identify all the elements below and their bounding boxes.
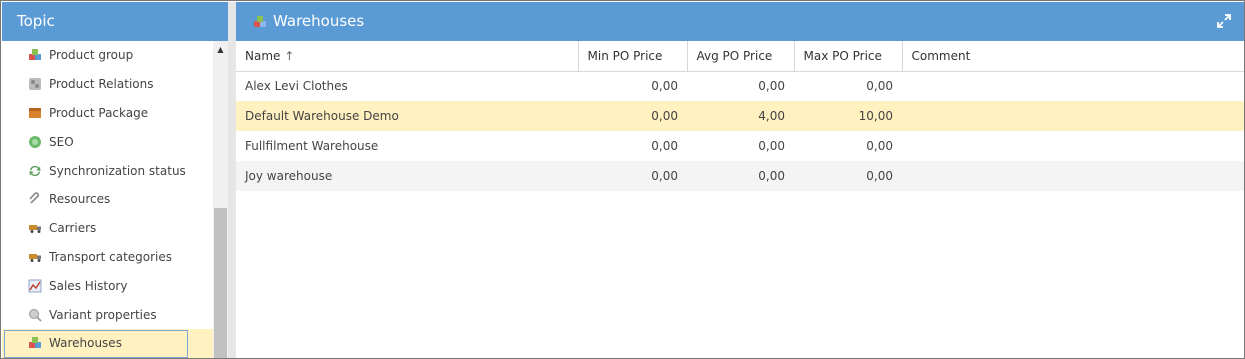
table-row[interactable]: Fullfilment Warehouse 0,00 0,00 0,00 — [236, 131, 1244, 161]
cell-min-po-price: 0,00 — [578, 101, 687, 131]
tree-item-label: SEO — [49, 134, 74, 149]
cell-name: Default Warehouse Demo — [236, 101, 578, 131]
cell-comment — [902, 161, 1244, 191]
column-header-max-po-price[interactable]: Max PO Price — [794, 41, 903, 72]
sync-icon — [29, 165, 41, 176]
globe-icon — [29, 135, 41, 148]
cell-comment — [902, 101, 1244, 131]
cell-min-po-price: 0,00 — [651, 79, 678, 94]
warehouses-panel-header: Warehouses — [236, 2, 1244, 41]
tree-item-label: Synchronization status — [49, 163, 186, 178]
tree-item-transport-categories[interactable]: Transport categories — [2, 243, 213, 272]
tree-item-label: Variant properties — [49, 307, 157, 322]
variant-icon — [29, 308, 42, 322]
cell-min-po-price: 0,00 — [578, 161, 687, 191]
tree-item-label: Warehouses — [49, 336, 122, 351]
topic-panel-title: Topic — [2, 2, 228, 41]
column-header-comment[interactable]: Comment — [902, 41, 1244, 72]
warehouses-table: Name ↑ Min PO Price Avg PO Price Max PO P… — [236, 41, 1244, 191]
cell-comment — [902, 131, 1244, 161]
warehouses-panel: Warehouses Name ↑ Min PO Price Avg PO Pri… — [236, 2, 1244, 358]
cell-name: Alex Levi Clothes — [245, 79, 348, 94]
cell-avg-po-price: 0,00 — [687, 161, 794, 191]
tree-item-carriers[interactable]: Carriers — [2, 214, 213, 243]
tree-item-label: Resources — [49, 192, 111, 207]
column-header-min-po-price[interactable]: Min PO Price — [578, 41, 688, 72]
tree-item-label: Product Package — [49, 105, 149, 120]
cell-avg-po-price: 4,00 — [687, 101, 794, 131]
sort-ascending-icon[interactable]: ↑ — [284, 49, 294, 63]
cubes-icon — [29, 49, 41, 61]
table-header-row: Name ↑ Min PO Price Avg PO Price Max PO P… — [236, 41, 1244, 72]
relations-icon — [29, 78, 41, 91]
tree-item-variant-properties[interactable]: Variant properties — [2, 300, 213, 329]
cell-avg-po-price: 0,00 — [758, 79, 785, 94]
tree-item-label: Carriers — [49, 221, 97, 236]
cubes-icon — [29, 337, 41, 349]
tree-item-product-relations[interactable]: Product Relations — [2, 70, 213, 99]
cell-max-po-price: 0,00 — [866, 79, 893, 94]
tree-item-label: Product Relations — [49, 77, 154, 92]
topic-scrollbar[interactable]: ▲ — [213, 41, 228, 358]
tree-item-sales-history[interactable]: Sales History — [2, 271, 213, 300]
cell-avg-po-price: 0,00 — [758, 139, 785, 153]
table-row[interactable]: Default Warehouse Demo 0,00 4,00 10,00 — [236, 101, 1244, 131]
tree-item-synchronization-status[interactable]: Synchronization status — [2, 156, 213, 185]
app-window: Topic Product group Product Relations Pr… — [0, 0, 1245, 359]
column-header-avg-po-price[interactable]: Avg PO Price — [687, 41, 795, 72]
cell-max-po-price: 0,00 — [794, 161, 902, 191]
cell-min-po-price: 0,00 — [651, 139, 678, 153]
panel-title: Warehouses — [273, 12, 365, 30]
truck-icon — [29, 253, 41, 262]
tree-item-seo[interactable]: SEO — [2, 127, 213, 156]
cell-max-po-price: 0,00 — [866, 139, 893, 153]
tree-item-product-package[interactable]: Product Package — [2, 99, 213, 128]
paperclip-icon — [29, 192, 40, 204]
chart-icon — [28, 279, 42, 293]
package-icon — [29, 107, 41, 118]
table-row[interactable]: Alex Levi Clothes 0,00 0,00 0,00 — [236, 71, 1244, 101]
cell-name: Fullfilment Warehouse — [245, 139, 379, 153]
panel-splitter[interactable] — [228, 2, 236, 358]
topic-panel: Topic Product group Product Relations Pr… — [2, 2, 228, 358]
tree-item-product-group[interactable]: Product group — [2, 41, 213, 70]
tree-item-label: Transport categories — [49, 249, 173, 264]
cubes-icon — [254, 15, 266, 27]
cell-comment — [902, 71, 1244, 101]
scroll-thumb[interactable] — [214, 208, 227, 358]
column-header-name[interactable]: Name ↑ — [236, 41, 579, 72]
scroll-up-arrow-icon[interactable]: ▲ — [213, 41, 228, 57]
cell-name: Joy warehouse — [236, 161, 578, 191]
topic-tree: Product group Product Relations Product … — [2, 41, 213, 358]
tree-item-label: Product group — [49, 48, 134, 63]
tree-item-label: Sales History — [49, 278, 128, 293]
cell-max-po-price: 10,00 — [794, 101, 902, 131]
truck-icon — [29, 225, 41, 234]
tree-item-warehouses[interactable]: Warehouses — [2, 328, 213, 358]
tree-item-resources[interactable]: Resources — [2, 185, 213, 214]
table-row[interactable]: Joy warehouse 0,00 0,00 0,00 — [236, 161, 1244, 191]
expand-icon[interactable] — [1217, 14, 1231, 28]
